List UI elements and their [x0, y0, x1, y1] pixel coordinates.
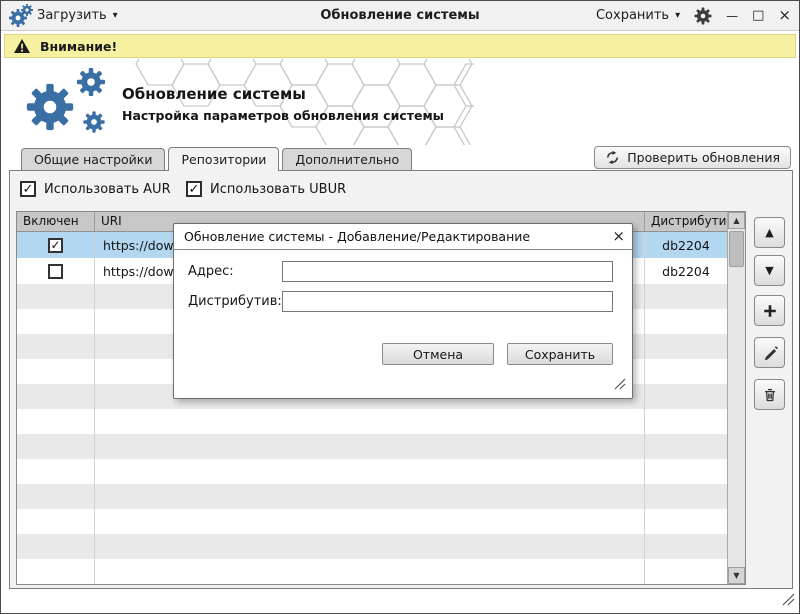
distro-cell: db2204: [645, 258, 727, 284]
table-row-empty: [17, 459, 745, 484]
checkbox-box: ✓: [186, 181, 202, 197]
row-checkbox[interactable]: [48, 264, 63, 279]
tab-repositories[interactable]: Репозитории: [168, 147, 279, 171]
chevron-down-icon: ▾: [675, 10, 680, 21]
pencil-icon: [762, 345, 778, 361]
refresh-icon: [605, 150, 620, 165]
minimize-button[interactable]: —: [726, 10, 738, 22]
load-menu-button[interactable]: Загрузить ▾: [37, 8, 118, 23]
app-window: Загрузить ▾ Обновление системы Сохранить…: [0, 0, 800, 614]
table-row-empty: [17, 559, 745, 584]
distro-label: Дистрибутив:: [188, 294, 282, 309]
warning-text: Внимание!: [40, 39, 117, 54]
tab-bar: Общие настройки Репозитории Дополнительн…: [21, 147, 412, 170]
titlebar: Загрузить ▾ Обновление системы Сохранить…: [1, 1, 799, 31]
enabled-cell: [17, 258, 95, 284]
triangle-down-icon: ▼: [733, 571, 739, 580]
add-button[interactable]: [754, 295, 785, 326]
tab-label: Дополнительно: [295, 152, 399, 167]
plus-icon: [762, 303, 778, 319]
use-ubur-checkbox[interactable]: ✓ Использовать UBUR: [186, 181, 346, 197]
checkbox-label: Использовать AUR: [44, 182, 171, 197]
col-enabled-header: Включен: [17, 212, 95, 231]
check-icon: ✓: [23, 183, 34, 196]
table-row-empty: [17, 434, 745, 459]
chevron-down-icon: ▾: [113, 10, 118, 21]
maximize-button[interactable]: □: [752, 9, 764, 22]
distro-input[interactable]: [282, 291, 613, 312]
col-distro-header: Дистрибутив: [645, 212, 727, 231]
check-updates-label: Проверить обновления: [627, 150, 780, 165]
check-icon: ✓: [189, 183, 200, 196]
dialog-resize-handle[interactable]: [612, 375, 626, 394]
address-label: Адрес:: [188, 264, 234, 279]
scroll-up-button[interactable]: ▲: [728, 212, 745, 229]
delete-button[interactable]: [754, 379, 785, 410]
check-icon: ✓: [50, 239, 60, 251]
edit-dialog: Обновление системы - Добавление/Редактир…: [173, 223, 633, 399]
dialog-titlebar[interactable]: Обновление системы - Добавление/Редактир…: [174, 224, 632, 250]
triangle-down-icon: ▼: [765, 264, 773, 277]
app-logo-gears-icon: [9, 4, 33, 28]
window-resize-handle[interactable]: [779, 591, 795, 610]
page-title: Обновление системы: [122, 85, 306, 103]
table-row-empty: [17, 534, 745, 559]
dialog-close-button[interactable]: ×: [612, 226, 625, 247]
save-button[interactable]: Сохранить: [507, 343, 613, 365]
row-checkbox[interactable]: ✓: [48, 238, 63, 253]
settings-gear-icon[interactable]: [694, 7, 712, 25]
edit-button[interactable]: [754, 337, 785, 368]
tab-general-settings[interactable]: Общие настройки: [21, 148, 165, 170]
enabled-cell: ✓: [17, 232, 95, 258]
save-menu-label: Сохранить: [596, 8, 669, 23]
tab-additional[interactable]: Дополнительно: [282, 148, 412, 170]
trash-icon: [762, 387, 778, 403]
check-updates-button[interactable]: Проверить обновления: [594, 146, 791, 169]
move-up-button[interactable]: ▲: [754, 217, 785, 248]
warning-banner: Внимание!: [4, 34, 796, 58]
use-aur-checkbox[interactable]: ✓ Использовать AUR: [20, 181, 171, 197]
tab-label: Общие настройки: [34, 152, 152, 167]
load-menu-label: Загрузить: [37, 8, 107, 23]
header-gears-icon: [14, 65, 114, 145]
dialog-title: Обновление системы - Добавление/Редактир…: [184, 229, 530, 244]
distro-cell: db2204: [645, 232, 727, 258]
close-button[interactable]: ×: [778, 8, 791, 23]
save-menu-button[interactable]: Сохранить ▾: [596, 8, 680, 23]
tab-label: Репозитории: [181, 152, 266, 167]
cancel-button[interactable]: Отмена: [382, 343, 494, 365]
table-row-empty: [17, 484, 745, 509]
checkbox-label: Использовать UBUR: [210, 182, 346, 197]
checkbox-box: ✓: [20, 181, 36, 197]
warning-icon: [13, 38, 31, 54]
table-row-empty: [17, 409, 745, 434]
table-scrollbar[interactable]: ▲ ▼: [727, 212, 745, 584]
triangle-up-icon: ▲: [765, 226, 773, 239]
scrollbar-thumb[interactable]: [729, 231, 744, 267]
table-row-empty: [17, 509, 745, 534]
move-down-button[interactable]: ▼: [754, 255, 785, 286]
page-subtitle: Настройка параметров обновления системы: [122, 108, 444, 123]
triangle-up-icon: ▲: [733, 216, 739, 225]
page-header: Обновление системы Настройка параметров …: [2, 59, 798, 146]
address-input[interactable]: [282, 261, 613, 282]
scroll-down-button[interactable]: ▼: [728, 567, 745, 584]
